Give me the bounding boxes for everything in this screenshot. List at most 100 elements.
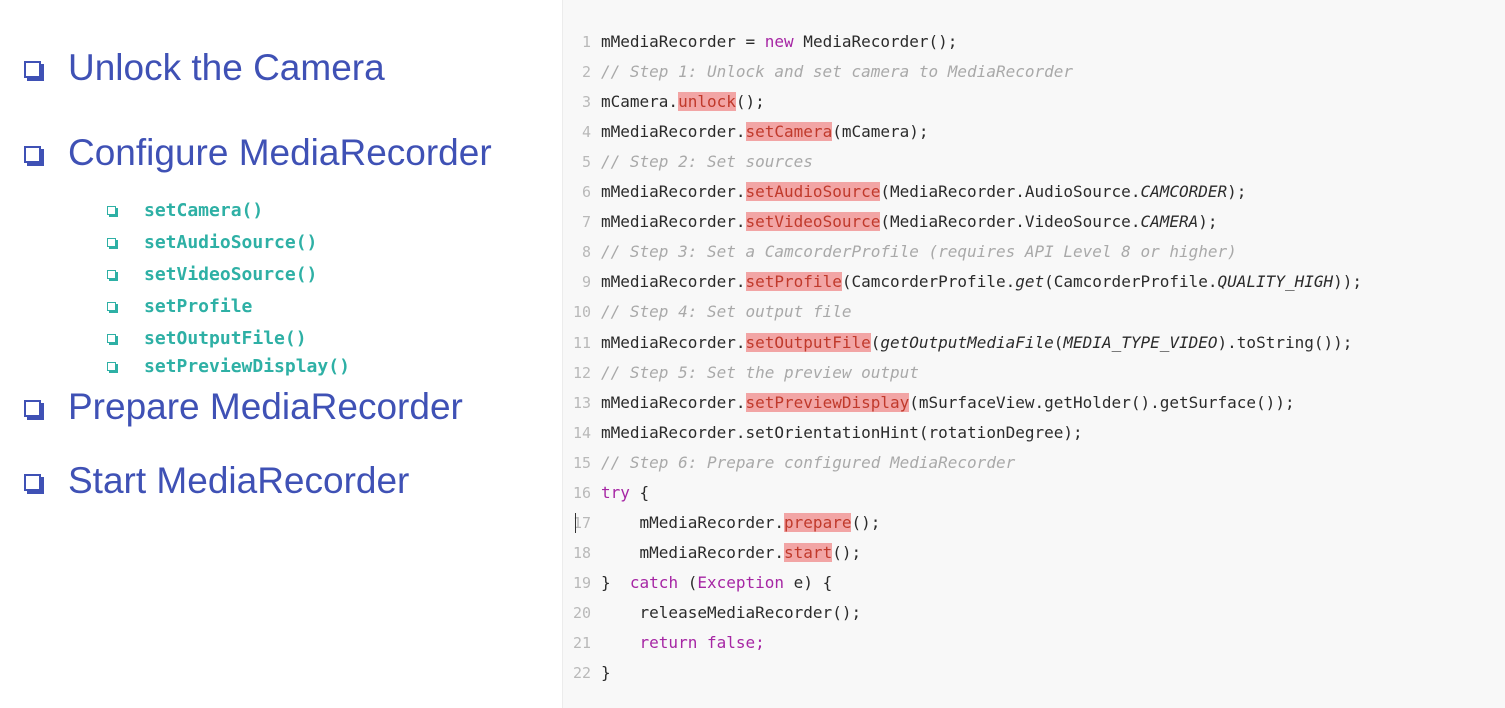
code-line[interactable]: 20 releaseMediaRecorder(); [563,598,861,627]
code-line[interactable]: 8 // Step 3: Set a CamcorderProfile (requ… [563,237,1237,266]
line-number: 13 [572,393,591,412]
code-token: mMediaRecorder. [601,512,785,532]
code-token: mMediaRecorder. [601,542,785,562]
checklist-item-label: Configure MediaRecorder [68,132,492,173]
code-token: ); [1227,182,1247,202]
line-number: 21 [572,634,591,652]
code-token: e) { [784,572,833,592]
line-number: 7 [581,213,591,232]
code-token: mMediaRecorder. [601,392,746,412]
line-number: 2 [581,63,591,82]
sub-item-label: setOutputFile() [144,328,307,349]
code-token: (); [832,542,862,562]
code-token: MediaRecorder(); [793,32,958,51]
code-token: mMediaRecorder = [601,32,765,51]
code-line[interactable]: 14 mMediaRecorder.setOrientationHint(rota… [563,418,1083,447]
code-token: ( [1053,332,1064,352]
code-comment: // Step 1: Unlock and set camera to Medi… [601,62,1074,82]
line-number: 6 [581,183,591,202]
line-number: 16 [572,483,591,502]
sub-item-label: setProfile [144,296,253,317]
checkbox-icon [24,145,41,163]
code-comment: // Step 5: Set the preview output [601,362,919,382]
checklist-item-label: Prepare MediaRecorder [68,386,463,427]
sub-item-setcamera: setCamera() [107,200,263,221]
code-line[interactable]: 4 mMediaRecorder.setCamera(mCamera); [563,117,929,146]
code-token: } [601,663,611,683]
highlighted-method: unlock [678,92,736,112]
sub-item-label: setCamera() [144,200,264,221]
code-token: CAMCORDER [1140,182,1228,202]
code-line[interactable]: 12 // Step 5: Set the preview output [563,358,919,387]
code-line[interactable]: 2 // Step 1: Unlock and set camera to Med… [563,57,1073,86]
code-line[interactable]: 3 mCamera.unlock(); [563,87,765,116]
code-token: )); [1333,272,1363,292]
sub-item-label: setAudioSource() [144,232,318,253]
code-token: mMediaRecorder. [601,182,746,202]
code-line[interactable]: 5 // Step 2: Set sources [563,147,813,176]
code-token: ( [678,572,698,592]
code-token: (mSurfaceView.getHolder().getSurface()); [909,392,1295,412]
checkbox-icon [107,362,116,371]
sub-item-setpreviewdisplay: setPreviewDisplay() [107,356,350,377]
code-token: catch [629,572,679,592]
code-line[interactable]: 18 mMediaRecorder.start(); [563,538,861,567]
code-line[interactable]: 6 mMediaRecorder.setAudioSource(MediaReco… [563,177,1246,206]
code-line[interactable]: 10 // Step 4: Set output file [563,297,852,326]
code-line[interactable]: 16 try { [563,478,649,507]
checkbox-icon [107,270,116,279]
highlighted-method: setProfile [745,272,842,292]
code-line[interactable]: 9 mMediaRecorder.setProfile(CamcorderProf… [563,267,1362,296]
line-number: 4 [581,123,591,142]
code-line[interactable]: 1 mMediaRecorder = new MediaRecorder(); [563,27,957,56]
code-token: ); [1198,212,1218,232]
code-line[interactable]: 19} catch (Exception e) { [563,568,832,597]
checklist-item-prepare-mediarecorder: Prepare MediaRecorder [20,386,463,428]
line-number: 3 [581,93,591,112]
code-token: mMediaRecorder. [601,272,746,292]
checklist-panel: Unlock the Camera Configure MediaRecorde… [0,0,560,708]
code-line[interactable]: 7 mMediaRecorder.setVideoSource(MediaReco… [563,207,1218,236]
text-cursor [575,513,576,534]
checkbox-icon [107,302,116,311]
code-line[interactable]: 17 mMediaRecorder.prepare(); [563,508,880,537]
line-number: 9 [581,273,591,292]
code-line[interactable]: 15 // Step 6: Prepare configured MediaRec… [563,448,1015,477]
code-token: return false; [639,633,765,652]
highlighted-method: prepare [784,512,852,532]
line-number: 22 [572,664,591,683]
line-number: 1 [581,33,591,51]
checklist-item-start-mediarecorder: Start MediaRecorder [20,460,409,502]
code-line[interactable]: 13 mMediaRecorder.setPreviewDisplay(mSurf… [563,388,1295,417]
code-token: (CamcorderProfile. [841,272,1016,292]
code-token: mMediaRecorder. [601,122,746,142]
line-number: 12 [572,363,591,382]
sub-item-label: setVideoSource() [144,264,318,285]
checklist-item-configure-mediarecorder: Configure MediaRecorder [20,132,492,174]
code-token: MEDIA_TYPE_VIDEO [1063,332,1218,352]
highlighted-method: start [784,542,833,562]
checklist-item-unlock-camera: Unlock the Camera [20,47,385,89]
checkbox-icon [107,206,116,215]
checkbox-icon [107,334,116,343]
code-token: ).toString()); [1217,332,1353,352]
code-token: Exception [697,572,785,592]
code-editor[interactable]: 1 mMediaRecorder = new MediaRecorder(); 2 /… [562,0,1505,708]
code-comment: // Step 4: Set output file [601,302,852,322]
highlighted-method: setPreviewDisplay [745,392,910,412]
line-number: 10 [572,303,591,322]
code-token: mMediaRecorder.setOrientationHint(rotati… [601,422,1083,442]
code-line[interactable]: 11 mMediaRecorder.setOutputFile(getOutput… [563,328,1352,357]
code-line[interactable]: 22} [563,658,611,687]
code-token: (); [851,512,881,532]
code-comment: // Step 3: Set a CamcorderProfile (requi… [601,242,1237,262]
line-number: 20 [572,603,591,622]
sub-item-setvideosource: setVideoSource() [107,264,317,285]
code-comment: // Step 6: Prepare configured MediaRecor… [601,452,1016,472]
code-token: (mCamera); [832,122,929,142]
code-line[interactable]: 21 return false; [563,628,765,657]
code-token: releaseMediaRecorder(); [601,602,862,622]
highlighted-method: setCamera [745,122,833,142]
sub-item-setprofile: setProfile [107,296,252,317]
